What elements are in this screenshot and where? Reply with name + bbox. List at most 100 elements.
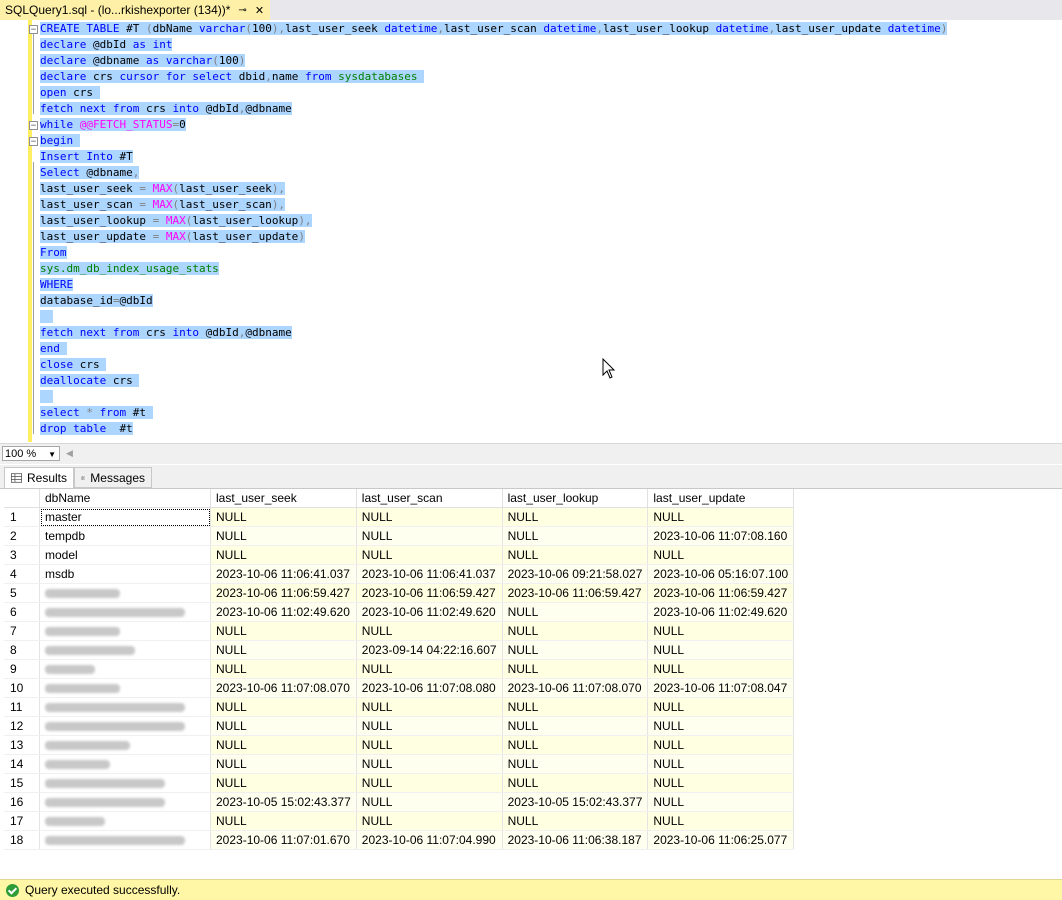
value-cell[interactable]: NULL <box>502 526 649 546</box>
value-cell[interactable]: NULL <box>647 754 795 774</box>
dbname-cell[interactable] <box>39 697 211 717</box>
value-cell[interactable]: NULL <box>210 754 357 774</box>
value-cell[interactable]: 2023-10-06 11:07:08.070 <box>502 678 649 698</box>
code-line[interactable]: close crs <box>40 357 107 373</box>
value-cell[interactable]: 2023-10-06 09:21:58.027 <box>502 564 649 584</box>
code-line[interactable]: fetch next from crs into @dbId,@dbname <box>40 325 292 341</box>
column-header[interactable]: last_user_seek <box>210 489 357 508</box>
row-number-cell[interactable]: 16 <box>4 792 40 812</box>
value-cell[interactable]: NULL <box>356 507 503 527</box>
dbname-cell[interactable] <box>39 773 211 793</box>
code-line[interactable]: end <box>40 341 67 357</box>
value-cell[interactable]: NULL <box>647 640 795 660</box>
column-header[interactable]: last_user_update <box>647 489 795 508</box>
column-header[interactable]: dbName <box>39 489 211 508</box>
scroll-left-icon[interactable]: ◀ <box>66 448 73 459</box>
table-row[interactable]: 8 NULL 2023-09-14 04:22:16.607 NULL NULL <box>4 640 795 660</box>
collapse-region-icon[interactable]: − <box>29 25 38 35</box>
dbname-cell[interactable] <box>39 659 211 679</box>
horizontal-scrollbar[interactable] <box>80 447 1060 460</box>
value-cell[interactable]: NULL <box>502 545 649 565</box>
query-editor[interactable]: CREATE TABLE #T (dbName varchar(100),las… <box>0 20 1062 442</box>
column-header[interactable]: last_user_scan <box>356 489 503 508</box>
value-cell[interactable]: NULL <box>502 621 649 641</box>
value-cell[interactable]: NULL <box>210 811 357 831</box>
value-cell[interactable]: NULL <box>647 545 795 565</box>
value-cell[interactable]: NULL <box>502 697 649 717</box>
dbname-cell[interactable] <box>39 678 211 698</box>
dbname-cell[interactable] <box>39 621 211 641</box>
table-row[interactable]: 12 NULL NULL NULL NULL <box>4 716 795 736</box>
table-row[interactable]: 11 NULL NULL NULL NULL <box>4 697 795 717</box>
code-line[interactable]: drop table #t <box>40 421 133 437</box>
value-cell[interactable]: NULL <box>647 735 795 755</box>
tab-messages[interactable]: Messages <box>74 467 152 488</box>
value-cell[interactable]: NULL <box>647 811 795 831</box>
row-number-cell[interactable]: 14 <box>4 754 40 774</box>
row-number-cell[interactable]: 8 <box>4 640 40 660</box>
value-cell[interactable]: NULL <box>502 640 649 660</box>
value-cell[interactable]: 2023-10-06 05:16:07.100 <box>647 564 795 584</box>
value-cell[interactable]: NULL <box>647 507 795 527</box>
value-cell[interactable]: 2023-10-05 15:02:43.377 <box>210 792 357 812</box>
dbname-cell[interactable] <box>39 792 211 812</box>
table-row[interactable]: 5 2023-10-06 11:06:59.427 2023-10-06 11:06… <box>4 583 795 603</box>
value-cell[interactable]: NULL <box>502 754 649 774</box>
row-number-cell[interactable]: 3 <box>4 545 40 565</box>
table-row[interactable]: 1 master NULL NULL NULL NULL <box>4 507 795 527</box>
table-row[interactable]: 4 msdb 2023-10-06 11:06:41.037 2023-10-06 1… <box>4 564 795 584</box>
code-line[interactable]: deallocate crs <box>40 373 140 389</box>
value-cell[interactable]: NULL <box>502 716 649 736</box>
row-number-cell[interactable]: 1 <box>4 507 40 527</box>
row-number-cell[interactable]: 17 <box>4 811 40 831</box>
value-cell[interactable]: NULL <box>647 773 795 793</box>
value-cell[interactable]: NULL <box>647 621 795 641</box>
row-number-cell[interactable]: 6 <box>4 602 40 622</box>
value-cell[interactable]: 2023-10-06 11:06:41.037 <box>210 564 357 584</box>
value-cell[interactable]: 2023-10-06 11:06:59.427 <box>356 583 503 603</box>
code-line[interactable]: fetch next from crs into @dbId,@dbname <box>40 101 292 117</box>
value-cell[interactable]: NULL <box>356 792 503 812</box>
value-cell[interactable]: NULL <box>210 716 357 736</box>
code-line[interactable]: last_user_scan = MAX(last_user_scan), <box>40 197 286 213</box>
code-line[interactable]: sys.dm_db_index_usage_stats <box>40 261 219 277</box>
value-cell[interactable]: NULL <box>356 735 503 755</box>
value-cell[interactable]: NULL <box>356 716 503 736</box>
value-cell[interactable]: NULL <box>356 697 503 717</box>
table-row[interactable]: 16 2023-10-05 15:02:43.377 NULL 2023-10-05 … <box>4 792 795 812</box>
table-row[interactable]: 6 2023-10-06 11:02:49.620 2023-10-06 11:02… <box>4 602 795 622</box>
dbname-cell[interactable] <box>39 602 211 622</box>
column-header[interactable]: last_user_lookup <box>502 489 649 508</box>
dbname-cell[interactable] <box>39 735 211 755</box>
value-cell[interactable]: NULL <box>502 659 649 679</box>
row-number-cell[interactable]: 15 <box>4 773 40 793</box>
code-line[interactable]: select * from #t <box>40 405 153 421</box>
code-line[interactable] <box>40 309 54 325</box>
collapse-region-icon[interactable]: − <box>29 121 38 131</box>
dbname-cell[interactable]: msdb <box>39 564 211 584</box>
value-cell[interactable]: NULL <box>210 735 357 755</box>
dbname-cell[interactable] <box>39 716 211 736</box>
value-cell[interactable]: NULL <box>502 602 649 622</box>
code-line[interactable]: last_user_update = MAX(last_user_update) <box>40 229 305 245</box>
value-cell[interactable]: NULL <box>356 773 503 793</box>
value-cell[interactable]: NULL <box>647 792 795 812</box>
document-tab[interactable]: SQLQuery1.sql - (lo...rkishexporter (134… <box>0 0 270 20</box>
row-number-cell[interactable]: 12 <box>4 716 40 736</box>
value-cell[interactable]: 2023-10-06 11:07:08.080 <box>356 678 503 698</box>
value-cell[interactable]: 2023-10-06 11:06:25.077 <box>647 830 795 850</box>
value-cell[interactable]: NULL <box>356 545 503 565</box>
table-row[interactable]: 13 NULL NULL NULL NULL <box>4 735 795 755</box>
table-row[interactable]: 3 model NULL NULL NULL NULL <box>4 545 795 565</box>
value-cell[interactable]: NULL <box>210 545 357 565</box>
table-row[interactable]: 18 2023-10-06 11:07:01.670 2023-10-06 11:0… <box>4 830 795 850</box>
code-line[interactable] <box>40 389 54 405</box>
dbname-cell[interactable]: tempdb <box>39 526 211 546</box>
close-tab-icon[interactable]: ✕ <box>255 4 264 17</box>
value-cell[interactable]: 2023-10-06 11:02:49.620 <box>356 602 503 622</box>
table-row[interactable]: 10 2023-10-06 11:07:08.070 2023-10-06 11:0… <box>4 678 795 698</box>
table-row[interactable]: 2 tempdb NULL NULL NULL 2023-10-06 11:07:08.1… <box>4 526 795 546</box>
row-number-cell[interactable]: 5 <box>4 583 40 603</box>
row-number-cell[interactable]: 13 <box>4 735 40 755</box>
code-line[interactable]: while @@FETCH_STATUS=0 <box>40 117 186 133</box>
